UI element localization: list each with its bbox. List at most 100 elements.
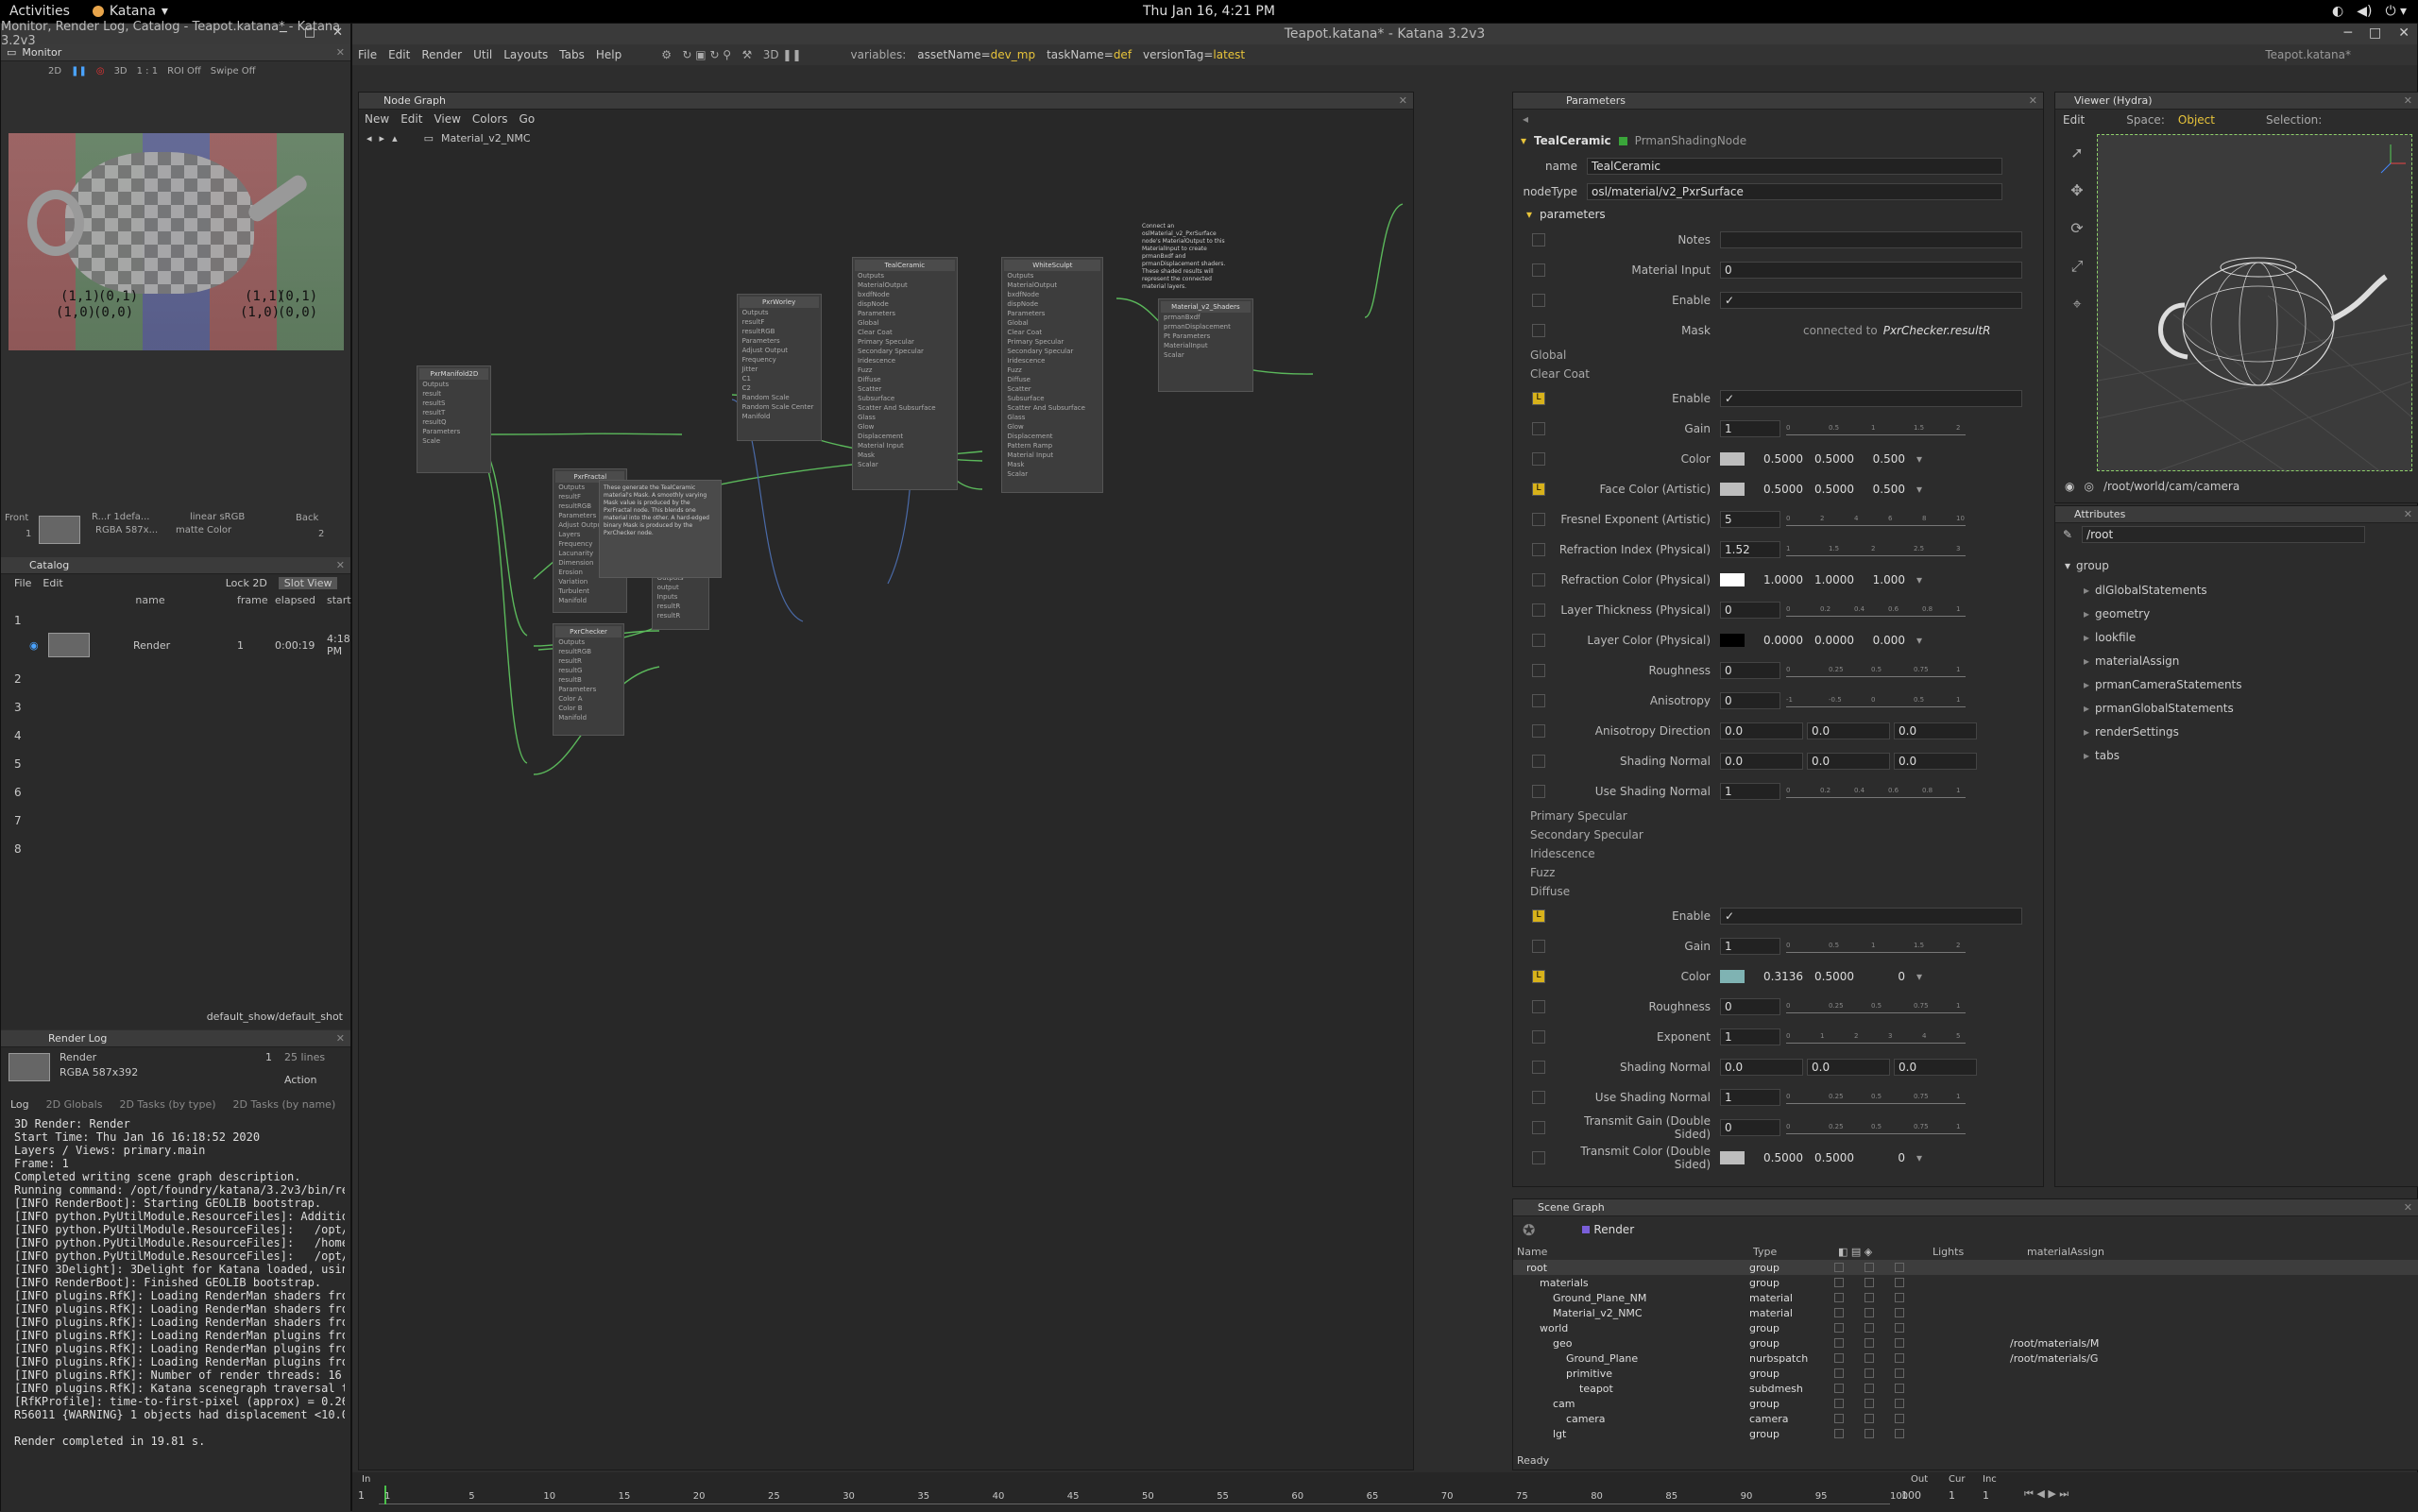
monitor-render-image[interactable]: (1,1) (0,1) (1,1) (0,1) (1,0) (0,0) (1,0… <box>9 133 344 350</box>
system-tray[interactable]: ◐ ◀) ⏻ ▾ <box>2332 4 2407 19</box>
param-value-field[interactable]: 5 <box>1720 511 1780 528</box>
sticky-note[interactable]: Connect an oslMaterial_v2_PxrSurface nod… <box>1138 219 1240 290</box>
node-port-label[interactable]: Random Scale Center <box>740 402 819 412</box>
param-value-field[interactable]: 0 <box>1720 662 1780 679</box>
clear-coat-section[interactable]: Clear Coat <box>1513 365 2043 383</box>
node-port-label[interactable]: Turbulent <box>555 586 624 596</box>
shading-node[interactable]: PxrManifold2D Outputs result resultS resultT… <box>417 365 492 473</box>
node-port-label[interactable]: resultF <box>740 317 819 327</box>
param-value-field[interactable]: 0 <box>1720 692 1780 709</box>
visibility-checkbox[interactable] <box>1895 1308 1904 1317</box>
node-port-label[interactable]: Outputs <box>1004 271 1100 280</box>
render-log-action-menu[interactable]: Action <box>284 1074 316 1086</box>
node-port-label[interactable]: Manifold <box>555 596 624 605</box>
lock-icon[interactable]: L <box>1532 909 1545 923</box>
param-slider[interactable]: 0 1 2 3 4 5 <box>1786 1030 1966 1044</box>
lock-icon[interactable] <box>1532 543 1545 556</box>
menu-layouts[interactable]: Layouts <box>503 48 548 61</box>
lock-icon[interactable]: L <box>1532 392 1545 405</box>
node-port-label[interactable]: bxdfNode <box>1004 290 1100 299</box>
visibility-checkbox[interactable] <box>1895 1368 1904 1378</box>
visibility-checkbox[interactable] <box>1865 1278 1874 1287</box>
param-value-field[interactable]: ✓ <box>1720 390 2022 407</box>
scene-graph-row[interactable]: Ground_Plane_NM material <box>1513 1290 2418 1305</box>
visibility-checkbox[interactable] <box>1865 1323 1874 1333</box>
color-channel-field[interactable]: 0 <box>1854 1151 1905 1164</box>
attribute-group[interactable]: ▸ renderSettings <box>2055 720 2418 743</box>
node-port-label[interactable]: Glow <box>855 422 955 432</box>
node-port-label[interactable]: result <box>419 389 488 399</box>
shading-node[interactable]: TealCeramic Outputs MaterialOutput bxdfNode… <box>852 257 958 491</box>
node-port-label[interactable]: Fuzz <box>855 365 955 375</box>
visibility-checkbox[interactable] <box>1895 1399 1904 1408</box>
node-port-label[interactable]: Material Input <box>1004 450 1100 460</box>
mode-3d-button[interactable]: 3D <box>114 66 128 76</box>
parameters-tab[interactable]: Parameters ✕ <box>1513 93 2043 110</box>
lock-icon[interactable] <box>1532 694 1545 707</box>
visibility-checkbox[interactable] <box>1895 1429 1904 1438</box>
node-port-label[interactable]: Scalar <box>855 460 955 469</box>
lock-icon[interactable]: L <box>1532 483 1545 496</box>
scene-graph-tab[interactable]: Scene Graph ✕ <box>1513 1199 2418 1216</box>
scale-tool-icon[interactable]: ⤢ <box>2063 247 2091 285</box>
col-lights[interactable]: Lights <box>1933 1246 2027 1258</box>
attribute-group[interactable]: ▸ geometry <box>2055 602 2418 625</box>
node-port-label[interactable]: dispNode <box>855 299 955 309</box>
eye-icon[interactable]: ◉ <box>29 639 39 652</box>
param-value-field[interactable]: 0 <box>1720 602 1780 619</box>
scene-graph-row[interactable]: camera camera <box>1513 1411 2418 1426</box>
node-port-label[interactable]: Manifold <box>740 412 819 421</box>
scene-graph-row[interactable]: geo group/root/materials/M <box>1513 1335 2418 1351</box>
mode-2d-button[interactable]: 2D <box>48 66 61 76</box>
visibility-checkbox[interactable] <box>1895 1414 1904 1423</box>
lock-icon[interactable] <box>1532 1061 1545 1074</box>
2d-tasks-by-type-tab[interactable]: 2D Tasks (by type) <box>119 1098 215 1111</box>
col-frame[interactable]: frame <box>237 594 268 606</box>
color-channel-field[interactable]: 0.5000 <box>1803 970 1854 983</box>
vector-field[interactable]: 0.0 <box>1894 722 1977 739</box>
2d-tasks-by-name-tab[interactable]: 2D Tasks (by name) <box>233 1098 336 1111</box>
param-slider[interactable]: 0 0.25 0.5 0.75 1 <box>1786 1121 1966 1134</box>
lock-icon[interactable] <box>1532 755 1545 768</box>
color-channel-field[interactable]: 0 <box>1854 970 1905 983</box>
node-port-label[interactable]: Parameters <box>740 336 819 346</box>
visibility-checkbox[interactable] <box>1865 1414 1874 1423</box>
color-swatch[interactable] <box>1720 483 1745 496</box>
node-port-label[interactable]: Global <box>1004 318 1100 328</box>
node-port-label[interactable]: resultT <box>419 408 488 417</box>
log-tab[interactable]: Log <box>10 1098 29 1111</box>
project-label[interactable]: Teapot.katana* <box>2265 48 2351 61</box>
color-channel-field[interactable]: 0.5000 <box>1752 452 1803 466</box>
render-toolbar-icons[interactable]: ⚙ ↻ ▣ ↻ ⚲ ⚒ 3D ❚❚ <box>661 48 801 61</box>
color-channel-field[interactable]: 0.5000 <box>1803 483 1854 496</box>
main-window-titlebar[interactable]: Teapot.katana* - Katana 3.2v3 ─ □ ✕ <box>352 24 2417 44</box>
visibility-checkbox[interactable] <box>1834 1353 1844 1363</box>
color-swatch[interactable] <box>1720 634 1745 647</box>
lock-icon[interactable] <box>1532 1000 1545 1013</box>
zoom-select[interactable]: 1 : 1 <box>137 66 158 76</box>
render-log-tab[interactable]: Render Log ✕ <box>1 1030 350 1047</box>
visibility-checkbox[interactable] <box>1834 1278 1844 1287</box>
menu-render[interactable]: Render <box>421 48 462 61</box>
menu-tabs[interactable]: Tabs <box>559 48 585 61</box>
vector-field[interactable]: 0.0 <box>1807 722 1890 739</box>
scene-graph-row[interactable]: cam group <box>1513 1396 2418 1411</box>
pin-icon[interactable]: ◂ <box>1523 112 1528 126</box>
menu-edit[interactable]: Edit <box>388 48 410 61</box>
node-port-label[interactable]: resultG <box>555 666 622 675</box>
chevron-down-icon[interactable]: ▾ <box>1916 634 1922 647</box>
variable-versiontag[interactable]: versionTag=latest <box>1143 48 1245 61</box>
node-port-label[interactable]: C2 <box>740 383 819 393</box>
close-icon[interactable]: ✕ <box>336 46 345 59</box>
attribute-group[interactable]: ▸ prmanCameraStatements <box>2055 672 2418 696</box>
node-port-label[interactable]: C1 <box>740 374 819 383</box>
collapsed-section[interactable]: Secondary Specular <box>1513 825 2043 844</box>
color-channel-field[interactable]: 0.000 <box>1854 634 1905 647</box>
node-port-label[interactable]: Iridescence <box>1004 356 1100 365</box>
node-port-label[interactable]: Inputs <box>655 592 707 602</box>
node-port-label[interactable]: Clear Coat <box>855 328 955 337</box>
param-slider[interactable]: -1 -0.5 0 0.5 1 <box>1786 694 1966 707</box>
node-port-label[interactable]: Global <box>855 318 955 328</box>
chevron-down-icon[interactable]: ▾ <box>1916 573 1922 586</box>
node-port-label[interactable]: prmanDisplacement <box>1161 322 1251 331</box>
